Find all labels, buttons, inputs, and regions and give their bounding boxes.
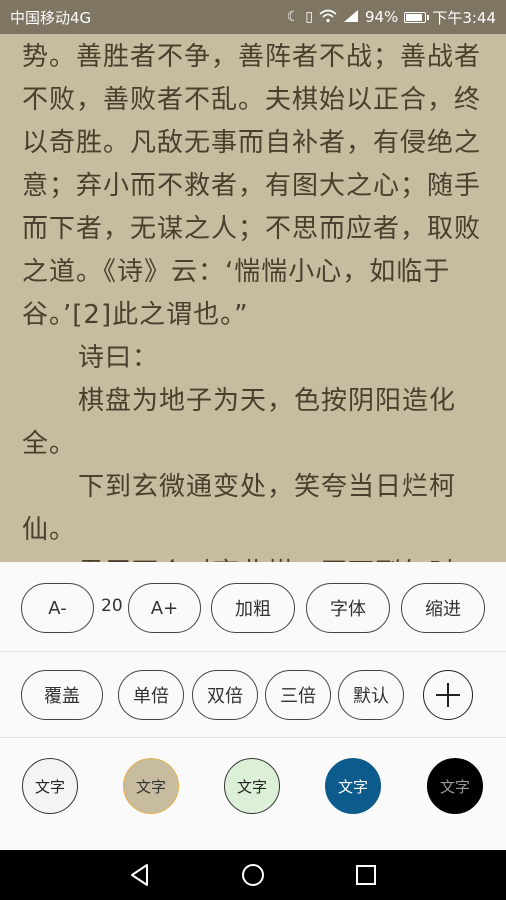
bold-button[interactable]: 加粗 — [211, 583, 295, 633]
font-decrease-button[interactable]: A- — [21, 583, 94, 633]
theme-row: 文字 文字 文字 文字 文字 — [0, 738, 506, 850]
signal-icon — [343, 9, 359, 26]
font-increase-button[interactable]: A+ — [128, 583, 201, 633]
spacing-single-button[interactable]: 单倍 — [118, 670, 184, 720]
add-icon[interactable] — [423, 670, 473, 720]
system-navigation-bar — [0, 850, 506, 900]
carrier-label: 中国移动4G — [10, 8, 92, 27]
theme-swatch-blue[interactable]: 文字 — [325, 758, 381, 814]
reader-page[interactable]: 势。善胜者不争，善阵者不战；善战者不败，善败者不乱。夫棋始以正合，终以奇胜。凡敌… — [0, 34, 506, 562]
status-bar: 中国移动4G ☾ ▯ 94% 下午3:44 — [0, 0, 506, 34]
theme-swatch-white[interactable]: 文字 — [22, 758, 78, 814]
back-icon[interactable] — [127, 862, 153, 888]
reader-paragraph: 诗曰： — [78, 343, 160, 373]
moon-icon: ☾ — [286, 9, 300, 25]
theme-swatch-green[interactable]: 文字 — [224, 758, 280, 814]
theme-swatch-parchment[interactable]: 文字 — [123, 758, 179, 814]
spacing-default-button[interactable]: 默认 — [338, 670, 404, 720]
indent-button[interactable]: 缩进 — [401, 583, 485, 633]
reader-paragraph: 棋盘为地子为天，色按阴阳造化全。 — [22, 386, 457, 459]
reader-paragraph: 势。善胜者不争，善阵者不战；善战者不败，善败者不乱。夫棋始以正合，终以奇胜。凡敌… — [22, 42, 482, 330]
reader-paragraph: 下到玄微通变处，笑夸当日烂柯仙。 — [22, 472, 457, 545]
home-icon[interactable] — [240, 862, 266, 888]
reader-text: 势。善胜者不争，善阵者不战；善战者不败，善败者不乱。夫棋始以正合，终以奇胜。凡敌… — [0, 34, 506, 562]
spacing-row: 覆盖 单倍 双倍 三倍 默认 — [0, 652, 506, 738]
font-settings-row: A- 20 A+ 加粗 字体 缩进 — [0, 562, 506, 652]
status-icons: ☾ ▯ 94% 下午3:44 — [287, 7, 496, 28]
theme-swatch-black[interactable]: 文字 — [427, 758, 483, 814]
battery-icon — [404, 11, 430, 23]
reader-paragraph: 君臣两个对弈此棋，正下到午时 — [22, 552, 486, 562]
clock: 下午3:44 — [432, 8, 496, 27]
recents-icon[interactable] — [353, 862, 379, 888]
font-size-value: 20 — [101, 596, 123, 616]
battery-percent: 94% — [364, 8, 399, 26]
wifi-icon — [319, 9, 337, 26]
spacing-double-button[interactable]: 双倍 — [192, 670, 258, 720]
spacing-triple-button[interactable]: 三倍 — [265, 670, 331, 720]
page-mode-button[interactable]: 覆盖 — [21, 670, 103, 720]
vibrate-icon: ▯ — [305, 9, 313, 25]
font-button[interactable]: 字体 — [306, 583, 390, 633]
reader-settings-panel: A- 20 A+ 加粗 字体 缩进 覆盖 单倍 双倍 三倍 默认 文字 文字 文… — [0, 562, 506, 850]
